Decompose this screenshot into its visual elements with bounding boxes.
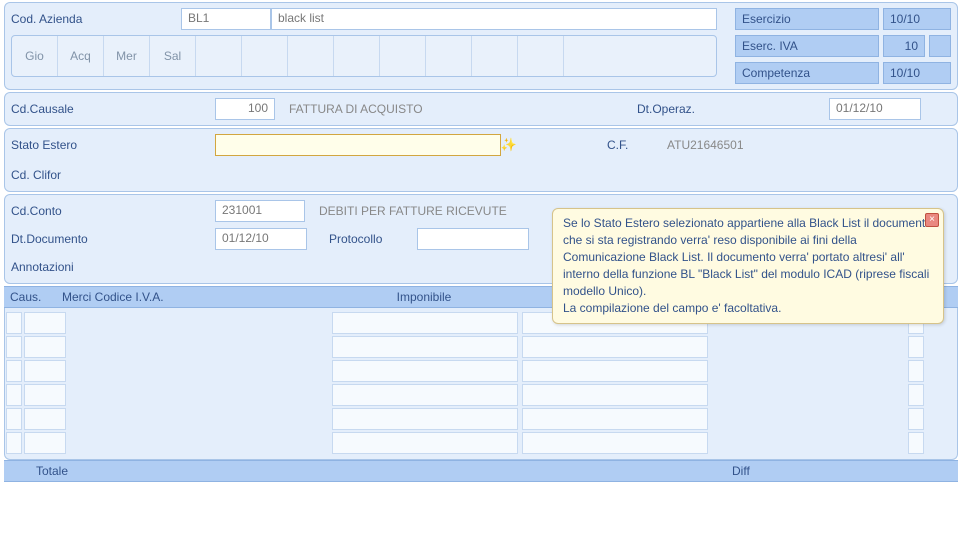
grid-cell[interactable] [908,408,924,430]
grid-cell[interactable] [6,408,22,430]
cd-conto-label: Cd.Conto [11,204,215,218]
cd-causale-label: Cd.Causale [11,102,215,116]
footer-bar: Totale Diff [4,460,958,482]
cf-label: C.F. [607,138,667,152]
grid-cell[interactable] [24,312,66,334]
cd-conto-value[interactable]: 231001 [215,200,305,222]
grid-cell[interactable] [24,360,66,382]
cod-azienda-desc[interactable]: black list [271,8,717,30]
grid-cell[interactable] [522,432,708,454]
toolbar-empty-1[interactable] [196,36,242,76]
toolbar-acq[interactable]: Acq [58,36,104,76]
grid-cell[interactable] [24,408,66,430]
help-tooltip: × Se lo Stato Estero selezionato apparti… [552,208,944,324]
grid-cell[interactable] [6,384,22,406]
grid-cell[interactable] [908,384,924,406]
cf-value: ATU21646501 [667,138,951,152]
annotazioni-label: Annotazioni [11,260,215,274]
grid-cell[interactable] [6,336,22,358]
grid-cell[interactable] [522,384,708,406]
cod-azienda-label: Cod. Azienda [11,12,181,26]
toolbar-empty-5[interactable] [380,36,426,76]
esercizio-value[interactable]: 10/10 [883,8,951,30]
toolbar-empty-4[interactable] [334,36,380,76]
col-caus: Caus. [4,290,62,304]
eserc-iva-label: Eserc. IVA [735,35,879,57]
grid-cell[interactable] [522,336,708,358]
close-icon[interactable]: × [925,213,939,227]
stato-estero-label: Stato Estero [11,138,215,152]
protocollo-value[interactable] [417,228,529,250]
grid-cell[interactable] [332,408,518,430]
grid-cell[interactable] [908,360,924,382]
diff-label: Diff [732,464,952,478]
cd-causale-desc: FATTURA DI ACQUISTO [275,102,637,116]
toolbar-empty-2[interactable] [242,36,288,76]
grid-cell[interactable] [24,336,66,358]
competenza-value[interactable]: 10/10 [883,62,951,84]
toolbar-gio[interactable]: Gio [12,36,58,76]
esercizio-label: Esercizio [735,8,879,30]
toolbar-empty-9[interactable] [564,36,610,76]
stato-estero-input[interactable] [215,134,501,156]
dt-operaz-label: Dt.Operaz. [637,102,829,116]
col-imponibile: Imponibile [330,290,518,304]
dt-doc-value[interactable]: 01/12/10 [215,228,307,250]
cod-azienda-value[interactable]: BL1 [181,8,271,30]
eserc-iva-blank [929,35,951,57]
grid-cell[interactable] [332,336,518,358]
grid-cell[interactable] [6,360,22,382]
competenza-label: Competenza [735,62,879,84]
grid-cell[interactable] [6,312,22,334]
toolbar-empty-6[interactable] [426,36,472,76]
toolbar-sal[interactable]: Sal [150,36,196,76]
toolbar-empty-7[interactable] [472,36,518,76]
grid-cell[interactable] [332,312,518,334]
grid-cell[interactable] [332,384,518,406]
grid-cell[interactable] [24,432,66,454]
dt-doc-label: Dt.Documento [11,232,215,246]
toolbar-mer[interactable]: Mer [104,36,150,76]
grid-cell[interactable] [24,384,66,406]
grid-cell[interactable] [908,432,924,454]
grid-cell[interactable] [332,432,518,454]
toolbar: Gio Acq Mer Sal [11,35,717,77]
grid-cell[interactable] [522,408,708,430]
grid-cell[interactable] [332,360,518,382]
grid-cell[interactable] [908,336,924,358]
col-merci: Merci Codice I.V.A. [62,290,330,304]
grid-cell[interactable] [522,360,708,382]
lookup-icon[interactable]: ✨ [501,134,517,156]
protocollo-label: Protocollo [307,232,417,246]
grid-body [4,308,958,460]
toolbar-empty-3[interactable] [288,36,334,76]
grid-cell[interactable] [6,432,22,454]
eserc-iva-value[interactable]: 10 [883,35,925,57]
tooltip-text: Se lo Stato Estero selezionato appartien… [563,215,933,317]
dt-operaz-value[interactable]: 01/12/10 [829,98,921,120]
cd-causale-value[interactable]: 100 [215,98,275,120]
toolbar-empty-8[interactable] [518,36,564,76]
totale-label: Totale [36,464,68,478]
cd-clifor-label: Cd. Clifor [11,168,215,182]
